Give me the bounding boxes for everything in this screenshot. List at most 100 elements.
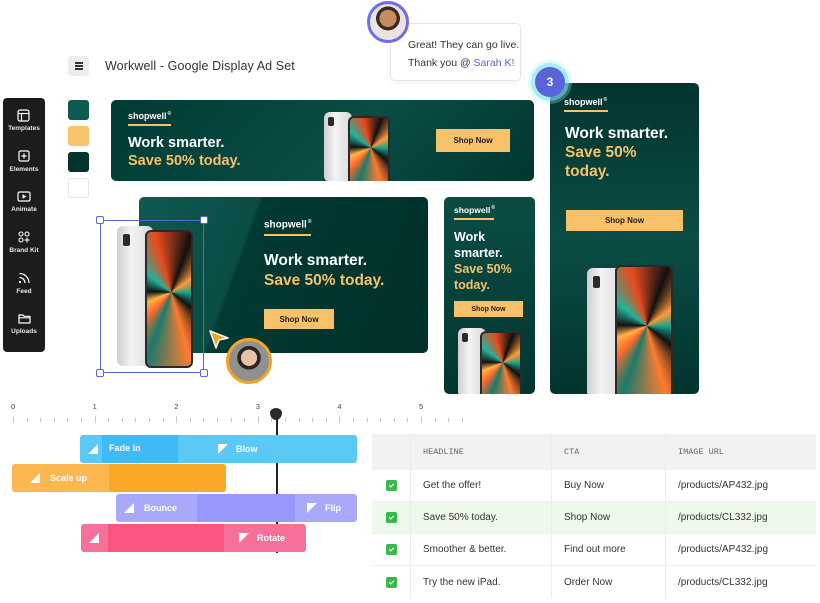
animation-out-segment[interactable]: Blow: [178, 435, 357, 463]
ruler-tick: [339, 416, 341, 423]
animation-in-segment[interactable]: Scale up: [12, 464, 109, 492]
plus-square-icon: [17, 149, 31, 163]
sidebar-label: Animate: [11, 206, 37, 214]
comment-count-badge[interactable]: 3: [535, 67, 565, 97]
sidebar-item-elements[interactable]: Elements: [9, 149, 39, 190]
ruler-tick: [353, 418, 354, 422]
cta-cell[interactable]: Buy Now: [552, 470, 666, 501]
cta-cell[interactable]: Order Now: [552, 566, 666, 598]
cta-cell[interactable]: Shop Now: [552, 502, 666, 533]
ad-banner-skyscraper-large[interactable]: shopwell® Work smarter. Save 50% today. …: [550, 83, 699, 394]
sidebar-item-templates[interactable]: Templates: [8, 108, 40, 149]
table-row[interactable]: Try the new iPad. Order Now /products/CL…: [372, 566, 816, 598]
ad-headline: Work smarter.: [565, 125, 669, 142]
ad-subheadline-line2: today.: [565, 163, 610, 180]
sidebar: Templates Elements Animate Brand Kit Fee…: [3, 98, 45, 352]
shop-now-button[interactable]: Shop Now: [436, 129, 510, 152]
column-header[interactable]: IMAGE URL: [666, 434, 816, 470]
headline-cell[interactable]: Get the offer!: [411, 470, 552, 501]
ruler-tick: [108, 418, 110, 422]
column-header[interactable]: CTA: [552, 434, 666, 470]
mention-link[interactable]: Sarah K!: [474, 57, 515, 69]
sidebar-item-feed[interactable]: Feed: [16, 271, 32, 312]
headline-cell[interactable]: Try the new iPad.: [411, 566, 552, 598]
animation-track[interactable]: Scale up: [12, 464, 226, 492]
resize-handle[interactable]: [200, 216, 208, 224]
animation-in-segment[interactable]: Bounce: [116, 494, 197, 522]
sidebar-item-uploads[interactable]: Uploads: [11, 311, 37, 352]
row-checkbox[interactable]: [385, 480, 397, 491]
animation-track[interactable]: Rotate: [81, 524, 306, 552]
templates-icon: [17, 108, 31, 122]
tablet-image: [587, 265, 682, 394]
ruler-tick: [434, 418, 436, 422]
brand-color-swatch[interactable]: [68, 178, 89, 198]
ruler-tick: [421, 416, 422, 423]
column-header[interactable]: HEADLINE: [411, 434, 552, 470]
animation-out-segment[interactable]: Flip: [295, 494, 357, 522]
ease-in-icon: [30, 473, 40, 483]
ad-headline: Work smarter.: [264, 252, 368, 269]
brand-color-swatch[interactable]: [68, 152, 89, 172]
brand-logo: shopwell®: [564, 97, 608, 107]
table-row[interactable]: Smoother & better. Find out more /produc…: [372, 534, 816, 566]
image-url-cell[interactable]: /products/AP432.jpg: [666, 470, 816, 501]
brand-logo: shopwell®: [128, 111, 172, 121]
rss-icon: [17, 271, 31, 285]
ease-out-icon: [307, 503, 317, 513]
animation-in-segment[interactable]: [81, 524, 108, 552]
brand-color-swatch[interactable]: [68, 100, 89, 120]
shop-now-button[interactable]: Shop Now: [264, 309, 334, 329]
ruler-tick: [189, 418, 191, 422]
row-checkbox[interactable]: [385, 544, 397, 555]
sidebar-label: Brand Kit: [9, 247, 39, 255]
ruler-tick-label: 2: [174, 402, 179, 411]
ad-banner-skyscraper-small[interactable]: shopwell® Work smarter. Save 50% today. …: [444, 197, 535, 394]
brand-kit-icon: [17, 230, 31, 244]
row-checkbox[interactable]: [385, 576, 397, 588]
ad-headline-line2: smarter.: [454, 246, 503, 260]
menu-button[interactable]: [68, 56, 89, 76]
resize-handle[interactable]: [96, 369, 104, 377]
table-row[interactable]: Save 50% today. Shop Now /products/CL332…: [372, 502, 816, 534]
row-checkbox[interactable]: [385, 512, 397, 523]
animation-hold-segment[interactable]: [108, 524, 224, 552]
ruler-tick-label: 0: [11, 402, 16, 411]
image-url-cell[interactable]: /products/AP432.jpg: [666, 534, 816, 565]
ad-banner-leaderboard[interactable]: shopwell® Work smarter. Save 50% today. …: [111, 100, 534, 181]
image-url-cell[interactable]: /products/CL332.jpg: [666, 502, 816, 533]
sidebar-item-animate[interactable]: Animate: [11, 189, 37, 230]
shop-now-button[interactable]: Shop Now: [566, 210, 683, 231]
image-url-cell[interactable]: /products/CL332.jpg: [666, 566, 816, 598]
shop-now-button[interactable]: Shop Now: [454, 301, 523, 317]
ruler-tick-label: 1: [92, 402, 97, 411]
animation-out-segment[interactable]: Rotate: [224, 524, 306, 552]
selection-box[interactable]: [96, 216, 208, 377]
ruler-tick: [94, 416, 96, 423]
animation-hold-segment[interactable]: [197, 494, 295, 522]
animation-hold-segment[interactable]: [109, 464, 226, 492]
sidebar-label: Uploads: [11, 328, 37, 336]
ease-out-icon: [239, 533, 249, 543]
table-row[interactable]: Get the offer! Buy Now /products/AP432.j…: [372, 470, 816, 502]
sidebar-label: Templates: [8, 125, 40, 132]
brand-color-swatch[interactable]: [68, 126, 89, 146]
animation-track[interactable]: Bounce Flip: [116, 494, 357, 522]
resize-handle[interactable]: [200, 369, 208, 377]
collaborator-avatar: [226, 338, 272, 384]
ease-in-icon: [88, 444, 98, 454]
brand-underline: [564, 110, 608, 112]
sidebar-item-brand-kit[interactable]: Brand Kit: [9, 230, 39, 271]
resize-handle[interactable]: [96, 216, 104, 224]
brand-underline: [264, 234, 311, 236]
ruler-tick: [312, 418, 314, 422]
ruler-tick: [162, 418, 164, 422]
ruler-tick: [67, 418, 69, 422]
headline-cell[interactable]: Save 50% today.: [411, 502, 552, 533]
sidebar-label: Elements: [9, 165, 39, 173]
cta-cell[interactable]: Find out more: [552, 534, 666, 565]
ruler-tick: [26, 418, 28, 422]
ad-subheadline-line1: Save 50%: [454, 262, 512, 276]
headline-cell[interactable]: Smoother & better.: [411, 534, 552, 565]
ruler-tick: [203, 418, 205, 422]
